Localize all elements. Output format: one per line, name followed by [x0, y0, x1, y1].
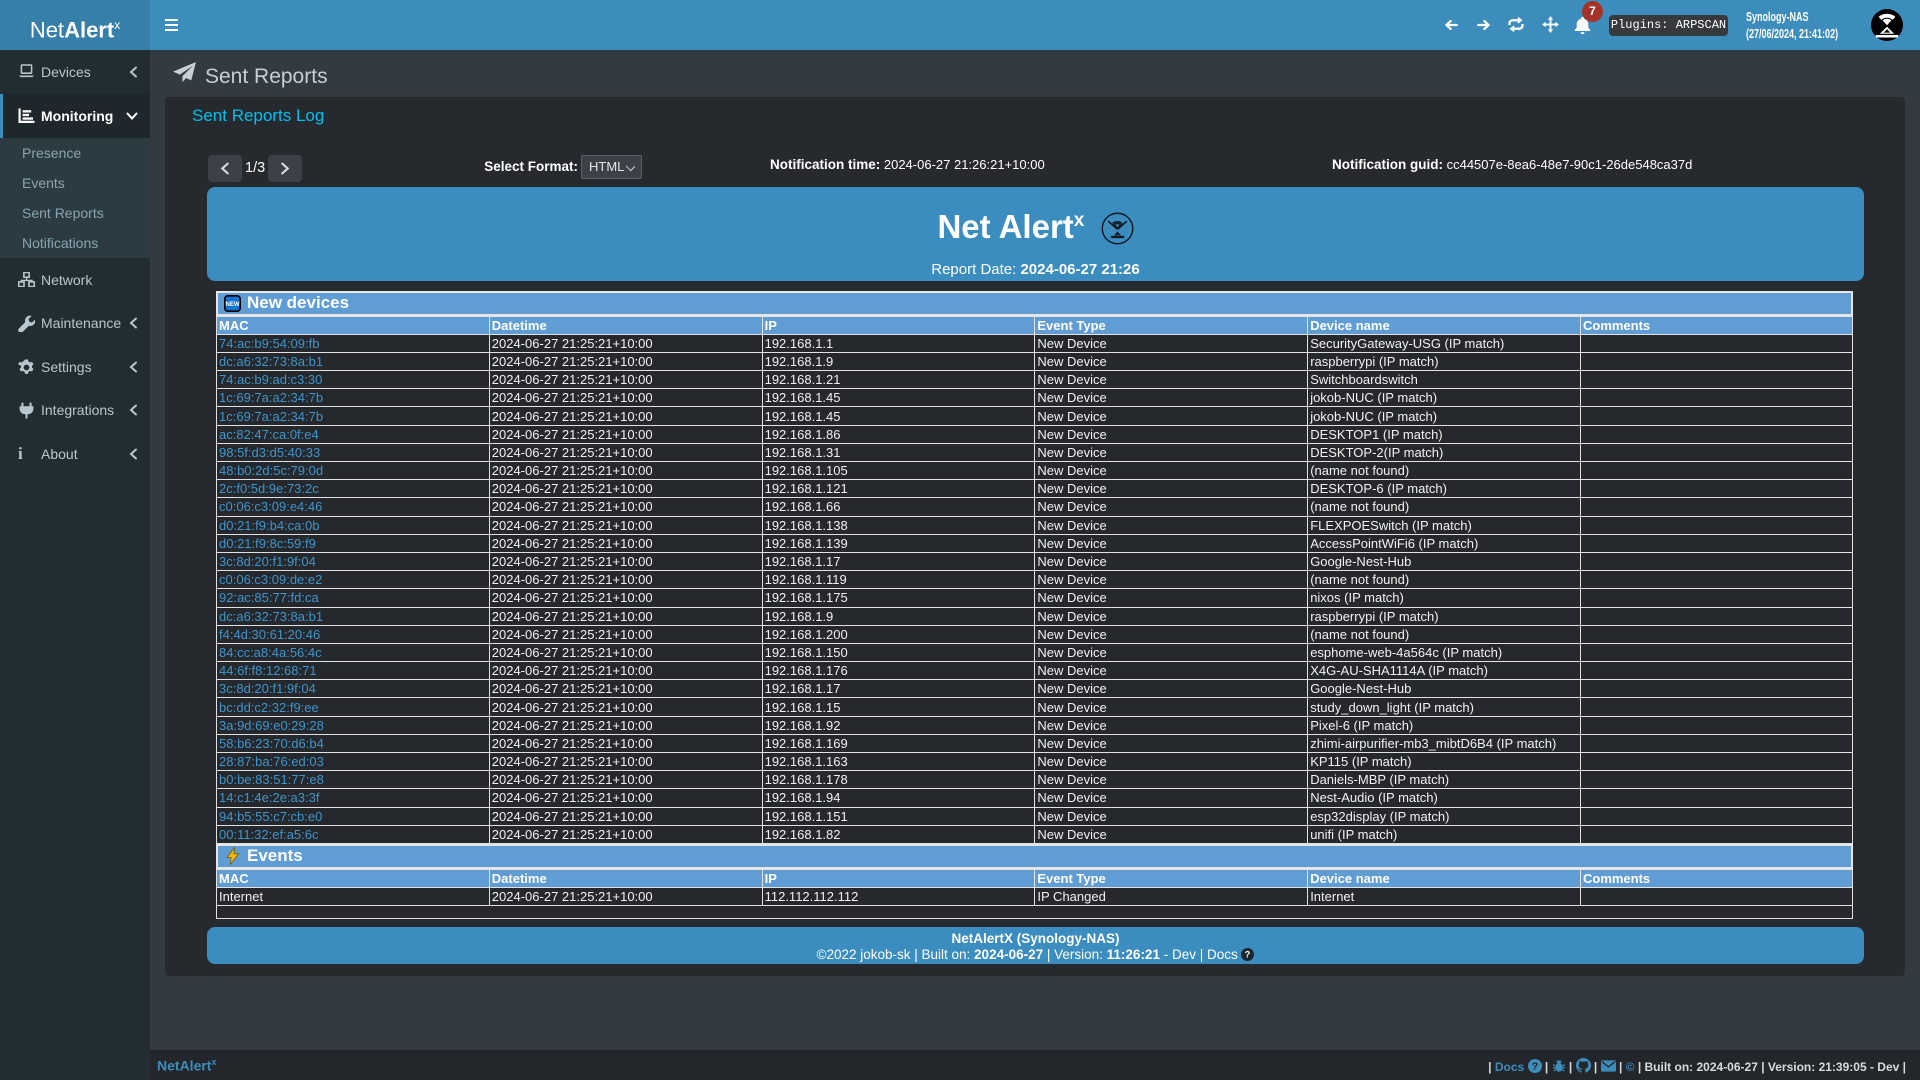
svg-text:NEW: NEW — [226, 302, 240, 308]
svg-text:?: ? — [1531, 1061, 1537, 1073]
svg-text:?: ? — [1245, 950, 1251, 960]
